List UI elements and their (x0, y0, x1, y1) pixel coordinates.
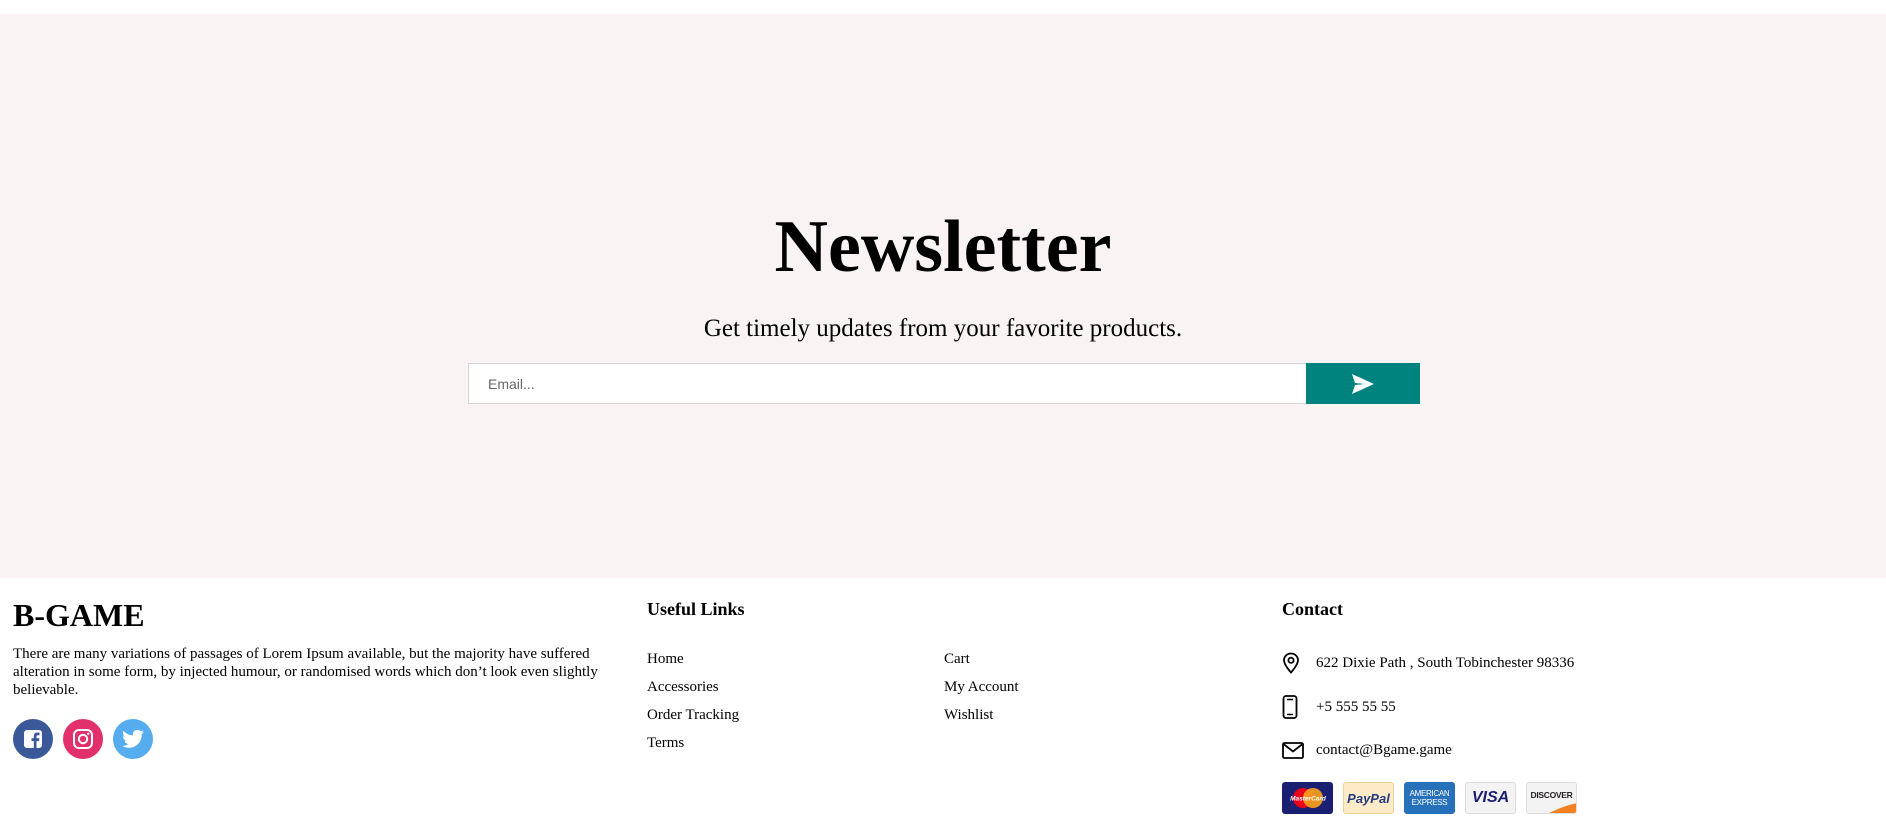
contact-phone: +5 555 55 55 (1282, 695, 1396, 719)
visa-icon: VISA (1465, 782, 1516, 814)
email-input[interactable] (468, 363, 1306, 404)
link-order-tracking[interactable]: Order Tracking (647, 707, 739, 723)
contact-address: 622 Dixie Path , South Tobinchester 9833… (1282, 652, 1574, 674)
social-links (13, 719, 153, 759)
visa-label: VISA (1471, 789, 1510, 806)
top-strip (0, 0, 1886, 14)
paypal-icon: PayPal (1343, 782, 1394, 814)
american-express-icon: AMERICAN EXPRESS (1404, 782, 1455, 814)
newsletter-title: Newsletter (774, 206, 1112, 288)
twitter-icon (122, 729, 144, 748)
contact-email: contact@Bgame.game (1282, 741, 1452, 759)
brand-logo[interactable]: B-GAME (13, 595, 145, 635)
link-wishlist[interactable]: Wishlist (944, 707, 993, 723)
list-item: Home (647, 650, 739, 678)
facebook-link[interactable] (13, 719, 53, 759)
list-item: Order Tracking (647, 706, 739, 734)
link-my-account[interactable]: My Account (944, 679, 1019, 695)
send-icon (1352, 373, 1374, 394)
newsletter-form (468, 363, 1420, 404)
list-item: Terms (647, 734, 739, 762)
payment-methods: MasterCard PayPal AMERICAN EXPRESS VISA … (1282, 782, 1577, 814)
list-item: Accessories (647, 678, 739, 706)
discover-label: DISCOVER (1530, 790, 1573, 800)
address-text: 622 Dixie Path , South Tobinchester 9833… (1316, 655, 1575, 671)
useful-links-heading: Useful Links (647, 599, 745, 619)
link-cart[interactable]: Cart (944, 651, 970, 667)
newsletter-section: Newsletter Get timely updates from your … (0, 14, 1886, 578)
amex-label: AMERICAN EXPRESS (1409, 789, 1450, 807)
mastercard-icon: MasterCard (1282, 782, 1333, 814)
envelope-icon (1282, 741, 1316, 759)
instagram-icon (73, 729, 93, 749)
mobile-phone-icon (1282, 695, 1316, 719)
list-item: Wishlist (944, 706, 1019, 734)
phone-text[interactable]: +5 555 55 55 (1316, 698, 1396, 716)
useful-links-col1: Home Accessories Order Tracking Terms (647, 650, 739, 762)
twitter-link[interactable] (113, 719, 153, 759)
email-text[interactable]: contact@Bgame.game (1316, 741, 1452, 759)
instagram-link[interactable] (63, 719, 103, 759)
link-accessories[interactable]: Accessories (647, 679, 719, 695)
paypal-label: PayPal (1347, 790, 1390, 806)
about-text: There are many variations of passages of… (13, 646, 598, 698)
mastercard-label: MasterCard (1290, 796, 1327, 803)
discover-icon: DISCOVER (1526, 782, 1577, 814)
facebook-icon (24, 730, 42, 748)
location-pin-icon (1282, 652, 1316, 674)
link-terms[interactable]: Terms (647, 735, 684, 751)
newsletter-subtitle: Get timely updates from your favorite pr… (703, 315, 1183, 342)
useful-links-col2: Cart My Account Wishlist (944, 650, 1019, 734)
subscribe-button[interactable] (1306, 363, 1420, 404)
list-item: My Account (944, 678, 1019, 706)
link-home[interactable]: Home (647, 651, 684, 667)
contact-heading: Contact (1282, 599, 1343, 619)
list-item: Cart (944, 650, 1019, 678)
